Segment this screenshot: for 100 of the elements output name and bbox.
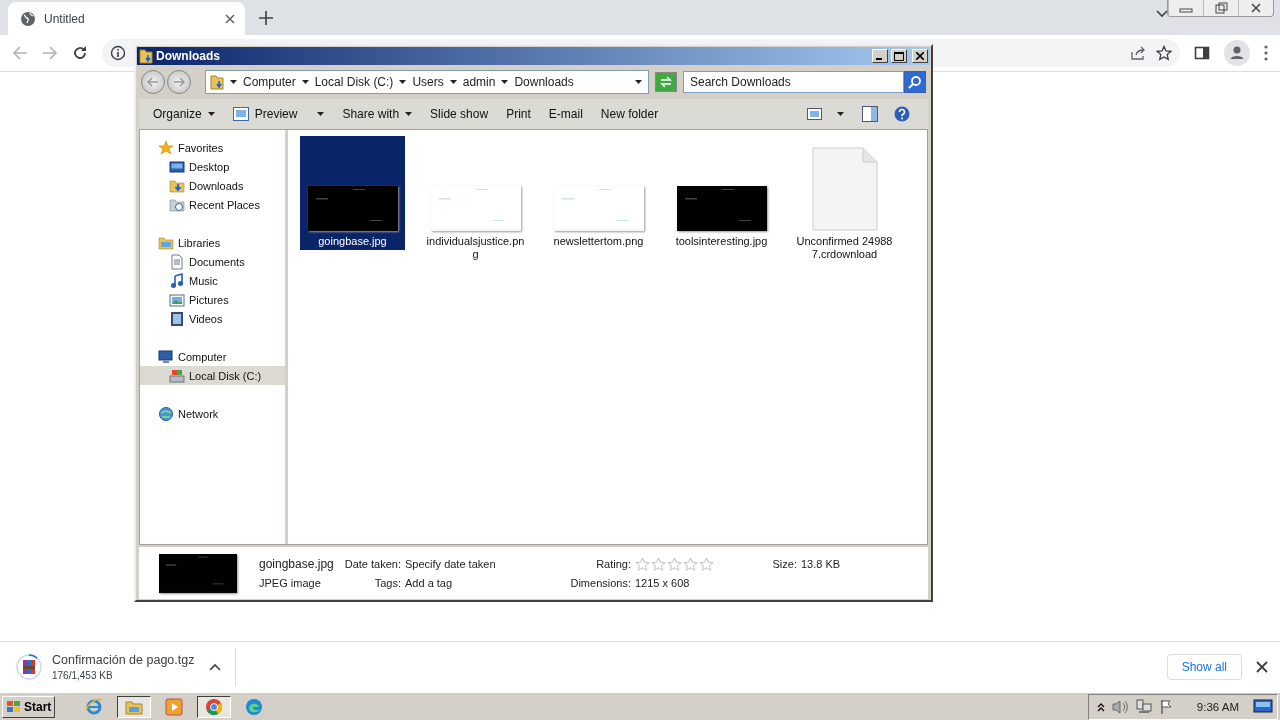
maximize-button[interactable] bbox=[891, 49, 907, 63]
nav-item[interactable]: Libraries bbox=[140, 233, 285, 252]
nav-item[interactable]: Network bbox=[140, 404, 285, 423]
close-button[interactable] bbox=[912, 49, 928, 63]
menu-button[interactable]: Share with bbox=[334, 102, 421, 126]
nav-item[interactable]: Downloads bbox=[140, 176, 285, 195]
caret-icon bbox=[405, 112, 413, 116]
search-field[interactable]: Search Downloads bbox=[683, 71, 904, 93]
chevron-up-icon[interactable] bbox=[1096, 701, 1105, 712]
menu-icon[interactable] bbox=[1264, 45, 1268, 61]
file-item[interactable]: individualsjustice.png bbox=[423, 136, 528, 263]
download-file-name[interactable]: Confirmación de pago.tgz bbox=[52, 653, 199, 667]
back-button[interactable] bbox=[141, 70, 165, 94]
nav-item[interactable]: Favorites bbox=[140, 138, 285, 157]
caret-icon bbox=[317, 112, 325, 116]
globe-icon bbox=[20, 10, 36, 27]
network-icon bbox=[158, 405, 174, 422]
command-button[interactable]: Slide show bbox=[422, 102, 497, 126]
command-button[interactable]: E-mail bbox=[540, 102, 591, 126]
back-icon bbox=[147, 77, 159, 87]
share-icon[interactable] bbox=[1130, 45, 1146, 61]
document-icon bbox=[169, 253, 185, 270]
downloads-icon bbox=[169, 177, 185, 194]
property-label: Size: bbox=[771, 558, 797, 570]
menu-button[interactable]: Organize bbox=[145, 102, 223, 126]
menu-button[interactable]: Preview bbox=[224, 102, 333, 126]
nav-item[interactable]: Computer bbox=[140, 347, 285, 366]
command-button[interactable]: Print bbox=[498, 102, 539, 126]
network-icon[interactable] bbox=[1134, 698, 1153, 715]
reload-icon[interactable] bbox=[72, 45, 88, 61]
computer-icon bbox=[158, 348, 174, 365]
caret-icon bbox=[301, 80, 309, 84]
explorer-taskbar-icon[interactable] bbox=[117, 695, 152, 718]
property-label: Rating: bbox=[595, 558, 631, 570]
chevron-up-icon[interactable] bbox=[209, 663, 221, 671]
nav-item[interactable]: Videos bbox=[140, 309, 285, 328]
picture-frame-icon bbox=[232, 107, 249, 121]
chrome-taskbar-icon[interactable] bbox=[197, 695, 232, 718]
maximize-icon bbox=[894, 51, 904, 61]
info-icon[interactable] bbox=[110, 45, 126, 61]
show-all-button[interactable]: Show all bbox=[1166, 654, 1242, 680]
property-label: Dimensions: bbox=[569, 577, 631, 589]
side-panel-icon[interactable] bbox=[1194, 45, 1210, 61]
show-desktop-icon[interactable] bbox=[1253, 698, 1273, 715]
search-icon bbox=[908, 75, 922, 89]
file-item[interactable]: newslettertom.png bbox=[546, 136, 651, 250]
breadcrumb-item[interactable]: admin bbox=[462, 75, 496, 89]
chevron-down-icon[interactable] bbox=[1156, 10, 1168, 18]
refresh-icon bbox=[659, 76, 673, 88]
forward-button[interactable] bbox=[167, 70, 191, 94]
file-item[interactable]: Unconfirmed 249887.crdownload bbox=[792, 136, 897, 263]
nav-item[interactable]: Desktop bbox=[140, 157, 285, 176]
new-tab-icon[interactable] bbox=[259, 10, 273, 25]
file-item[interactable]: goingbase.jpg bbox=[300, 136, 405, 250]
caret-icon bbox=[501, 80, 509, 84]
drive-icon bbox=[169, 367, 185, 384]
nav-item[interactable]: Music bbox=[140, 271, 285, 290]
preview-pane-icon[interactable] bbox=[862, 106, 878, 122]
clock[interactable]: 9:36 AM bbox=[1196, 700, 1239, 713]
library-icon bbox=[158, 234, 174, 251]
star-icon[interactable] bbox=[1156, 45, 1172, 61]
close-icon[interactable] bbox=[225, 13, 235, 24]
caret-icon bbox=[449, 80, 457, 84]
nav-item[interactable]: Recent Places bbox=[140, 195, 285, 214]
minimize-button[interactable] bbox=[872, 49, 888, 63]
browser-tab[interactable]: Untitled bbox=[8, 2, 245, 35]
view-caret-icon bbox=[837, 112, 844, 116]
breadcrumb-item[interactable]: Computer bbox=[243, 75, 296, 89]
profile-icon[interactable] bbox=[1224, 40, 1250, 66]
address-field[interactable]: Computer Local Disk (C:) Users admin Downloads bbox=[205, 70, 649, 94]
command-button[interactable]: New folder bbox=[592, 102, 667, 126]
close-icon bbox=[916, 52, 924, 60]
file-name: goingbase.jpg bbox=[259, 557, 335, 571]
refresh-button[interactable] bbox=[655, 72, 677, 92]
desktop-icon bbox=[169, 158, 185, 175]
blank-file-icon bbox=[811, 147, 878, 231]
breadcrumb-item[interactable]: Users bbox=[412, 75, 444, 89]
file-item[interactable]: toolsinteresting.jpg bbox=[669, 136, 774, 250]
search-button[interactable] bbox=[904, 71, 926, 93]
nav-item[interactable]: Pictures bbox=[140, 290, 285, 309]
breadcrumb-item[interactable]: Local Disk (C:) bbox=[314, 75, 394, 89]
speaker-icon[interactable] bbox=[1110, 698, 1129, 715]
music-icon bbox=[169, 272, 185, 289]
view-icon[interactable] bbox=[807, 108, 823, 120]
caret-icon bbox=[207, 112, 215, 116]
help-icon[interactable] bbox=[894, 106, 910, 122]
caret-icon bbox=[230, 80, 237, 84]
property-value: 1215 x 608 bbox=[635, 577, 691, 589]
nav-item[interactable]: Documents bbox=[140, 252, 285, 271]
windows-logo-icon bbox=[6, 699, 22, 714]
start-button[interactable]: Start bbox=[2, 695, 56, 718]
property-value[interactable]: Add a tag bbox=[405, 577, 553, 589]
close-icon[interactable] bbox=[1256, 661, 1268, 673]
star-icon bbox=[158, 139, 174, 156]
folder-icon bbox=[139, 48, 153, 64]
videos-icon bbox=[169, 310, 185, 327]
pictures-icon bbox=[169, 291, 185, 308]
property-value[interactable]: Specify date taken bbox=[405, 558, 553, 570]
nav-item[interactable]: Local Disk (C:) bbox=[140, 366, 285, 385]
breadcrumb-item[interactable]: Downloads bbox=[514, 75, 574, 89]
